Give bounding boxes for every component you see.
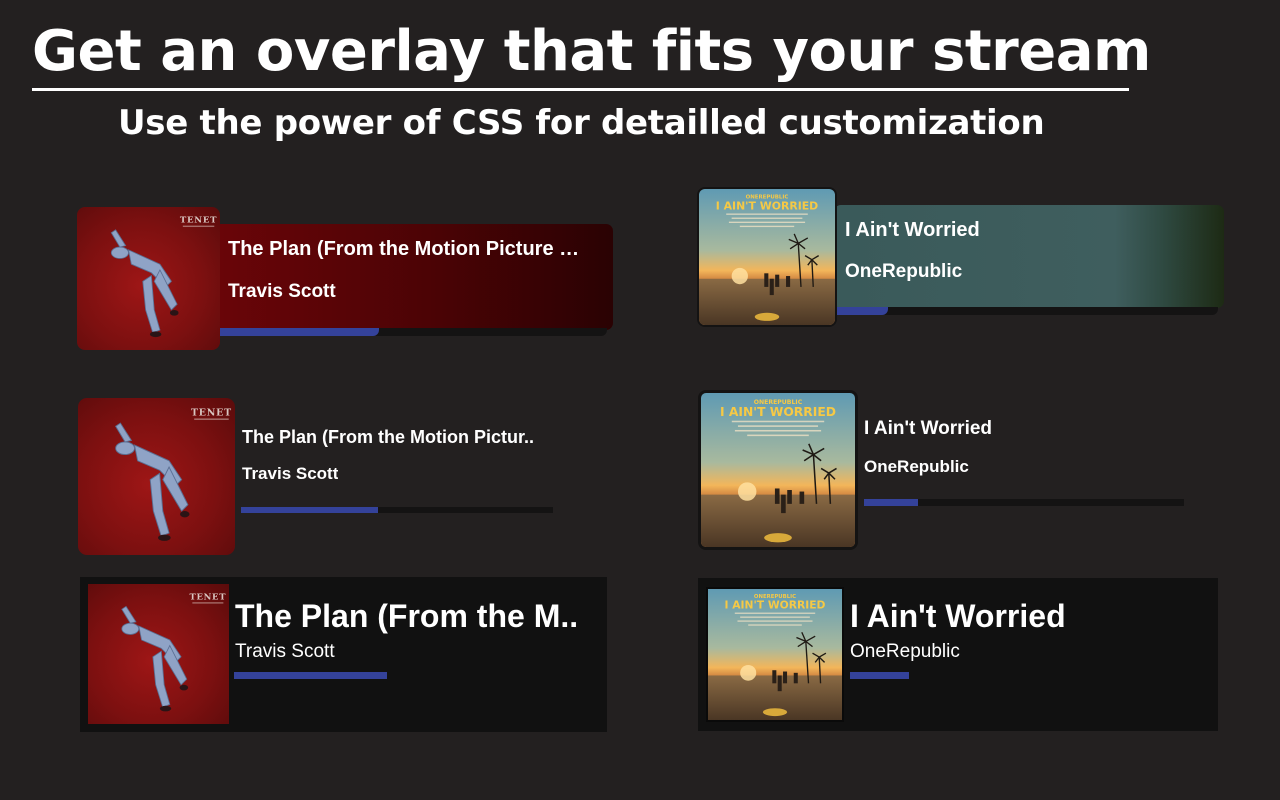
progress-fill <box>850 672 909 679</box>
track-artist: OneRepublic <box>864 457 969 476</box>
track-artist: OneRepublic <box>850 641 960 662</box>
album-art-tenet: TENET <box>88 584 229 724</box>
album-art-tenet: TENET <box>78 398 235 555</box>
album-art-i-aint-worried: ONEREPUBLIC I AIN'T WORRIED <box>706 587 844 722</box>
svg-text:I AIN'T WORRIED: I AIN'T WORRIED <box>716 199 818 212</box>
track-artist: Travis Scott <box>235 641 335 662</box>
progress-fill <box>234 672 387 679</box>
track-title: The Plan (From the Motion Pictur.. <box>242 427 535 447</box>
title-underline <box>32 88 1129 91</box>
track-artist: Travis Scott <box>242 464 339 483</box>
track-title: I Ain't Worried <box>850 598 1066 634</box>
progress-fill <box>241 507 378 513</box>
album-art-i-aint-worried: ONEREPUBLIC I AIN'T WORRIED <box>698 390 858 550</box>
track-artist: Travis Scott <box>228 281 336 302</box>
track-artist: OneRepublic <box>845 261 963 282</box>
track-title: I Ain't Worried <box>845 219 980 241</box>
page-subtitle: Use the power of CSS for detailled custo… <box>118 103 1045 143</box>
progress-fill <box>214 328 379 336</box>
progress-track <box>834 307 1218 315</box>
track-title: The Plan (From the M.. <box>235 598 579 634</box>
svg-text:I AIN'T WORRIED: I AIN'T WORRIED <box>725 600 826 612</box>
album-art-i-aint-worried: ONEREPUBLIC I AIN'T WORRIED <box>697 187 837 327</box>
track-title: The Plan (From the Motion Picture "TENET… <box>228 238 588 260</box>
page-title: Get an overlay that fits your stream <box>32 19 1151 84</box>
progress-fill <box>864 499 918 506</box>
album-art-tenet: TENET <box>77 207 220 350</box>
track-title: I Ain't Worried <box>864 418 993 439</box>
svg-text:I AIN'T WORRIED: I AIN'T WORRIED <box>720 405 836 419</box>
svg-text:TENET: TENET <box>180 216 217 226</box>
svg-text:TENET: TENET <box>191 407 232 418</box>
progress-fill <box>834 307 888 315</box>
svg-text:TENET: TENET <box>189 591 226 601</box>
